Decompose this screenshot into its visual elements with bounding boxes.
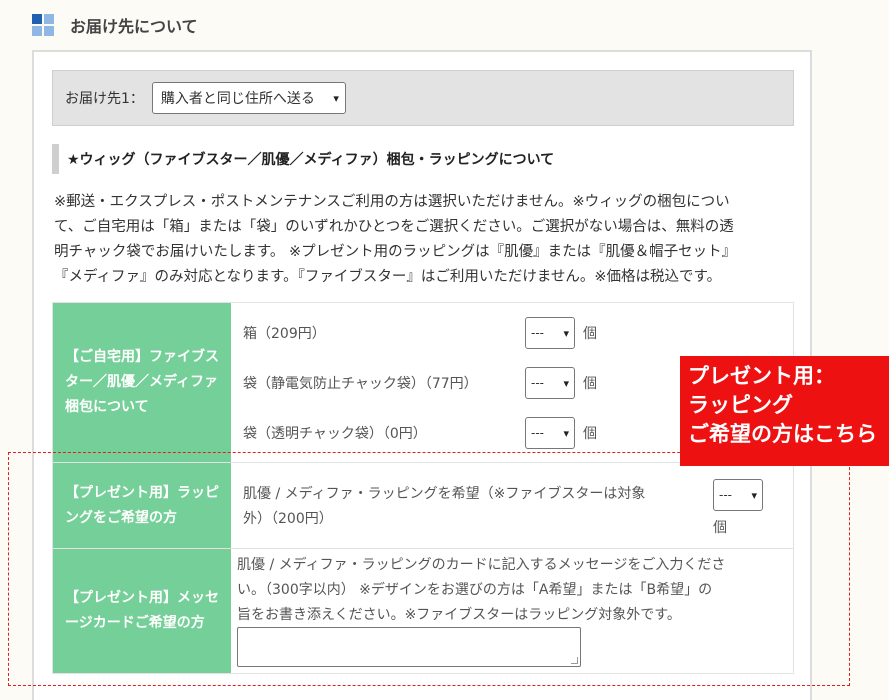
item-box-label: 箱（209円） [243,326,326,342]
antistatic-bag-unit: 個 [583,376,597,392]
chevron-down-icon: ▾ [563,376,569,390]
message-line: 旨をお書き添えください。※ファイブスターはラッピング対象外です。 [237,607,681,623]
gift-wrap-line2: 外）（200円） [243,511,333,527]
notes-line: ※郵送・エクスプレス・ポストメンテナンスご利用の方は選択いただけません。※ウィッ… [54,194,730,210]
destination-label: お届け先1： [65,91,144,107]
row-header-gift: 【プレゼント用】ラッピングをご希望の方 [53,463,231,548]
notes-line: 明チャック袋でお届けいたします。 ※プレゼント用のラッピングは『肌優』または『肌… [54,244,737,260]
page-title: お届け先について [70,17,198,36]
item-clear-bag-label: 袋（透明チャック袋）（0円） [243,426,427,442]
clear-bag-quantity-value: --- [531,426,544,440]
message-line: い。（300字以内） ※デザインをお選びの方は「A希望」または「B希望」の [237,582,713,598]
squares-logo-icon [32,14,54,36]
page-header: お届け先について [32,10,198,40]
gift-wrap-unit: 個 [713,520,727,536]
callout-line: ラッピング [688,393,793,417]
destination-select[interactable]: 購入者と同じ住所へ送る ▾ [151,82,346,114]
callout-line: プレゼント用： [688,364,835,388]
notes-line: 『メディファ』のみ対応となります。『ファイブスター』はご利用いただけません。※価… [54,269,722,285]
chevron-down-icon: ▾ [563,426,569,440]
box-quantity-select[interactable]: --- ▾ [525,317,575,349]
row-header-message: 【プレゼント用】メッセージカードご希望の方 [53,549,231,673]
callout-line: ご希望の方はこちら [688,422,877,446]
gift-callout: プレゼント用： ラッピング ご希望の方はこちら [680,356,889,466]
antistatic-bag-quantity-value: --- [531,376,544,390]
chevron-down-icon: ▾ [333,91,339,105]
destination-select-value: 購入者と同じ住所へ送る [160,91,315,107]
row-content-gift: 肌優 / メディファ・ラッピングを希望（※ファイブスターは対象 外）（200円）… [231,463,793,548]
chevron-down-icon: ▾ [751,488,757,502]
gift-wrap-quantity-value: --- [719,488,732,502]
message-textarea[interactable] [237,627,581,667]
box-unit: 個 [583,326,597,342]
gift-wrap-line1: 肌優 / メディファ・ラッピングを希望（※ファイブスターは対象 [243,486,646,502]
item-antistatic-bag-label: 袋（静電気防止チャック袋）（77円） [243,376,478,392]
row-header-home: 【ご自宅用】ファイブスター／肌優／メディファ 梱包について [53,303,232,462]
message-line: 肌優 / メディファ・ラッピングのカードに記入するメッセージをご入力くださ [237,557,726,573]
clear-bag-quantity-select[interactable]: --- ▾ [525,417,575,449]
box-quantity-value: --- [531,326,544,340]
section-heading: ★ウィッグ（ファイブスター／肌優／メディファ）梱包・ラッピングについて [52,144,794,174]
antistatic-bag-quantity-select[interactable]: --- ▾ [525,367,575,399]
row-content-message: 肌優 / メディファ・ラッピングのカードに記入するメッセージをご入力くださ い。… [231,549,793,673]
destination-bar: お届け先1： 購入者と同じ住所へ送る ▾ [52,70,794,126]
table-row-gift: 【プレゼント用】ラッピングをご希望の方 肌優 / メディファ・ラッピングを希望（… [53,463,793,549]
notes-text: ※郵送・エクスプレス・ポストメンテナンスご利用の方は選択いただけません。※ウィッ… [54,190,794,290]
table-row-message: 【プレゼント用】メッセージカードご希望の方 肌優 / メディファ・ラッピングのカ… [53,549,793,673]
clear-bag-unit: 個 [583,426,597,442]
notes-line: て、ご自宅用は「箱」または「袋」のいずれかひとつをご選択ください。ご選択がない場… [54,219,734,235]
chevron-down-icon: ▾ [563,326,569,340]
gift-wrap-quantity-select[interactable]: --- ▾ [713,479,763,511]
